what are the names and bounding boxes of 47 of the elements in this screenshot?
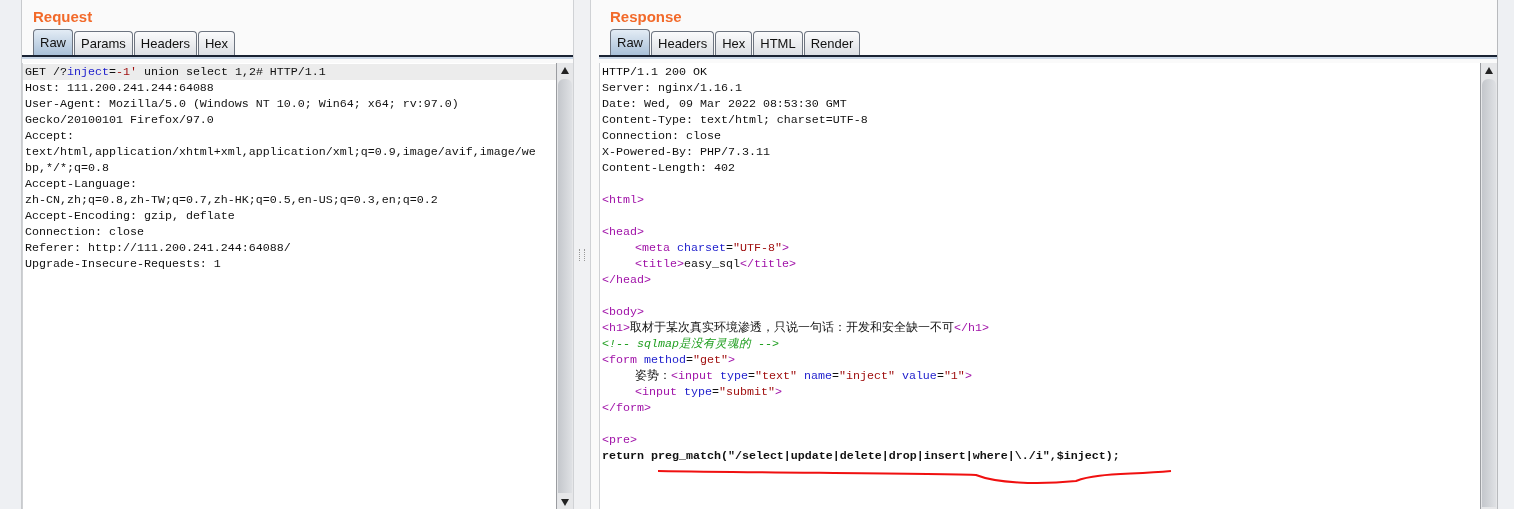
code-line: HTTP/1.1 200 OK — [601, 64, 708, 80]
code-line: <pre> — [601, 432, 638, 448]
code-line: <head> — [601, 224, 645, 240]
code-line: <h1>取材于某次真实环境渗透，只说一句话：开发和安全缺一不可</h1> — [601, 320, 990, 336]
code-line: Connection: close — [601, 128, 722, 144]
code-line: Server: nginx/1.16.1 — [601, 80, 743, 96]
code-line: </head> — [601, 272, 652, 288]
code-line: bp,*/*;q=0.8 — [24, 160, 110, 176]
tab[interactable]: Hex — [197, 31, 236, 55]
code-line: Upgrade-Insecure-Requests: 1 — [24, 256, 222, 272]
code-line: Referer: http://111.200.241.244:64088/ — [24, 240, 292, 256]
code-line: Date: Wed, 09 Mar 2022 08:53:30 GMT — [601, 96, 848, 112]
scrollbar[interactable] — [1480, 63, 1497, 509]
code-line: Gecko/20100101 Firefox/97.0 — [24, 112, 215, 128]
code-line: Connection: close — [24, 224, 145, 240]
code-line: return preg_match("/select|update|delete|drop|insert|where|\./i",$inject); — [601, 448, 1121, 464]
splitter-handle[interactable] — [573, 0, 591, 509]
code-line: zh-CN,zh;q=0.8,zh-TW;q=0.7,zh-HK;q=0.5,en-US;q=0.3,en;q=0.2 — [24, 192, 439, 208]
pane-title: Request — [32, 7, 94, 27]
code-line: Accept-Encoding: gzip, deflate — [24, 208, 236, 224]
code-line: <form method="get"> — [601, 352, 736, 368]
code-line: </form> — [601, 400, 652, 416]
code-line: <meta charset="UTF-8"> — [634, 240, 790, 256]
code-line: Content-Length: 402 — [601, 160, 736, 176]
code-line: <title>easy_sql</title> — [634, 256, 797, 272]
tab[interactable]: Render — [803, 31, 861, 55]
code-line: text/html,application/xhtml+xml,application/xml;q=0.9,image/avif,image/we — [24, 144, 537, 160]
code-line: <input type="submit"> — [634, 384, 783, 400]
code-line: 姿势：<input type="text" name="inject" value="1"> — [634, 368, 973, 384]
tab[interactable]: Raw — [33, 29, 73, 55]
tab[interactable]: HTML — [753, 31, 803, 55]
tab[interactable]: Headers — [133, 31, 197, 55]
code-line: Accept: — [24, 128, 75, 144]
code-line: Content-Type: text/html; charset=UTF-8 — [601, 112, 869, 128]
code-line: User-Agent: Mozilla/5.0 (Windows NT 10.0; Win64; x64; rv:97.0) — [24, 96, 460, 112]
tab[interactable]: Hex — [715, 31, 753, 55]
code-line: Accept-Language: — [24, 176, 138, 192]
code-line: <!-- sqlmap是没有灵魂的 --> — [601, 336, 780, 352]
scrollbar[interactable] — [556, 63, 573, 509]
code-line: <body> — [601, 304, 645, 320]
tab[interactable]: Raw — [610, 29, 650, 55]
code-line: Host: 111.200.241.244:64088 — [24, 80, 215, 96]
tab[interactable]: Params — [74, 31, 133, 55]
pane-title: Response — [609, 7, 683, 27]
code-line: <html> — [601, 192, 645, 208]
tab[interactable]: Headers — [651, 31, 715, 55]
code-line: X-Powered-By: PHP/7.3.11 — [601, 144, 771, 160]
